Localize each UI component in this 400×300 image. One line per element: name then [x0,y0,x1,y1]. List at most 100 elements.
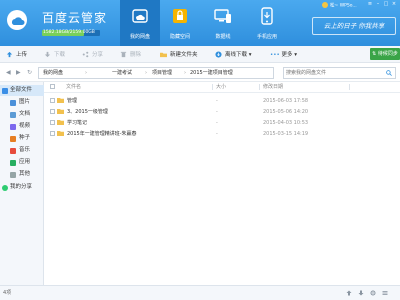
share-label: 分享 [92,52,104,58]
settings-gear-icon[interactable] [370,290,376,296]
sidebar-item-label: 文档 [19,111,31,117]
cloud-drive-icon [132,9,148,23]
column-header-date[interactable]: 修改日期 [263,82,283,92]
search-box [283,67,396,79]
sidebar-item-label: 其他 [19,171,31,177]
window-controls: ≡ – □ × [366,1,398,7]
upload-button[interactable]: 上传 [6,50,27,60]
more-label: 更多 [281,52,293,58]
sidebar-item-label: 音乐 [19,147,31,153]
column-divider [349,84,350,90]
sidebar-item-torrents[interactable]: 种子 [0,133,44,144]
other-icon [10,172,16,178]
row-checkbox[interactable] [50,98,55,103]
folder-icon [57,131,64,136]
sidebar-item-all-files[interactable]: 全部文件 [0,85,44,96]
tab-data-cable[interactable]: 数据线 [203,0,243,46]
forward-arrow-icon[interactable]: ▶ [16,69,21,76]
maximize-icon[interactable]: □ [382,1,390,7]
sidebar-item-music[interactable]: 音乐 [0,145,44,156]
status-bar: 4项 [0,285,400,300]
search-icon[interactable] [386,70,392,76]
user-account[interactable]: 松~ WPSo... [322,2,357,9]
folder-icon [57,109,64,114]
delete-button[interactable]: 删除 [120,50,141,60]
sidebar-item-label: 应用 [19,159,31,165]
user-name: 松~ WPSo... [330,3,357,9]
app-icon [10,160,16,166]
video-icon [10,124,16,130]
phone-app-icon [261,7,273,25]
sync-button[interactable]: ⇅ 待候同步 [370,48,400,60]
upload-icon [6,51,13,58]
sidebar-item-label: 图片 [19,99,31,105]
minimize-icon[interactable]: – [374,1,382,7]
more-icon: ••• [270,52,280,58]
transfer-down-icon[interactable] [358,290,364,296]
file-date: 2015-05-06 14:20 [263,109,309,115]
sidebar-item-label: 全部文件 [10,87,33,93]
breadcrumb-item[interactable]: 一建考试 [112,68,132,78]
sidebar-item-apps[interactable]: 应用 [0,157,44,168]
file-list-header: 文件名 大小 修改日期 [44,82,400,93]
column-header-size[interactable]: 大小 [216,82,226,92]
sidebar-item-videos[interactable]: 视频 [0,121,44,132]
breadcrumb-item[interactable]: 我的网盘 [43,68,63,78]
refresh-icon[interactable]: ↻ [27,69,32,76]
back-arrow-icon[interactable]: ◀ [6,69,11,76]
tab-my-drive[interactable]: 我的网盘 [120,0,160,46]
breadcrumb-item[interactable]: 2015一建项目管理 [190,68,233,78]
sidebar-item-my-shares[interactable]: 我的分享 [0,182,44,193]
sync-icon: ⇅ [372,51,377,57]
sidebar-item-other[interactable]: 其他 [0,169,44,180]
file-date: 2015-03-15 14:19 [263,131,309,137]
table-row[interactable]: 2015年一建管理精讲班-朱赢春 - 2015-03-15 14:19 [44,129,400,139]
file-size: - [216,131,218,137]
breadcrumb-separator-icon: › [145,70,147,76]
monitor-icon [214,9,231,23]
trash-icon [120,51,127,58]
row-checkbox[interactable] [50,131,55,136]
toolbar: 上传 下载 分享 删除 新建文件夹 离线下载 ▾ ••• 更多 ▾ ⇅ 待候同步 [0,46,400,63]
download-button[interactable]: 下载 [44,50,65,60]
address-bar: ◀ ▶ ↻ 我的网盘 › 一建考试 › 项目管理 › 2015一建项目管理 [0,63,400,82]
row-checkbox[interactable] [50,109,55,114]
file-list: 文件名 大小 修改日期 管理 - 2015-06-03 17:58 3、2015… [44,82,400,285]
app-title: 百度云管家 [42,11,108,25]
sidebar-item-documents[interactable]: 文档 [0,109,44,120]
sidebar: 全部文件 图片 文档 视频 种子 音乐 应用 其他 我的分享 [0,82,44,285]
folder-icon [57,120,64,125]
table-row[interactable]: 学习笔记 - 2015-04-03 10:53 [44,118,400,128]
new-folder-label: 新建文件夹 [170,52,198,58]
tab-hidden-space[interactable]: 隐藏空间 [160,0,200,46]
menu-icon[interactable]: ≡ [366,1,374,7]
sidebar-item-label: 我的分享 [10,184,33,190]
column-divider [259,84,260,90]
breadcrumb-item[interactable]: 项目管理 [152,68,172,78]
sidebar-item-label: 种子 [19,135,31,141]
top-header: 百度云管家 1582.18GB/2159.00GB 我的网盘 隐藏空间 数据线 [0,0,400,46]
close-icon[interactable]: × [390,1,398,7]
share-button[interactable]: 分享 [82,50,103,60]
breadcrumb-separator-icon: › [184,70,186,76]
tab-phone-apps[interactable]: 手机应用 [247,0,287,46]
transfer-up-icon[interactable] [346,290,352,296]
offline-download-button[interactable]: 离线下载 ▾ [215,50,252,60]
sidebar-item-images[interactable]: 图片 [0,97,44,108]
list-view-icon[interactable] [382,290,388,296]
table-row[interactable]: 3、2015一级管理 - 2015-05-06 14:20 [44,107,400,117]
search-input[interactable] [286,68,382,78]
download-icon [44,51,51,58]
sync-label: 待候同步 [377,51,398,57]
share-icon [2,185,8,191]
more-button[interactable]: ••• 更多 ▾ [270,50,297,60]
select-all-checkbox[interactable] [50,84,55,89]
table-row[interactable]: 管理 - 2015-06-03 17:58 [44,96,400,106]
column-header-name[interactable]: 文件名 [66,82,81,92]
new-folder-icon [160,52,167,58]
quota-bar: 1582.18GB/2159.00GB [42,30,100,36]
file-date: 2015-04-03 10:53 [263,120,309,126]
new-folder-button[interactable]: 新建文件夹 [160,50,198,60]
row-checkbox[interactable] [50,120,55,125]
file-size: - [216,98,218,104]
